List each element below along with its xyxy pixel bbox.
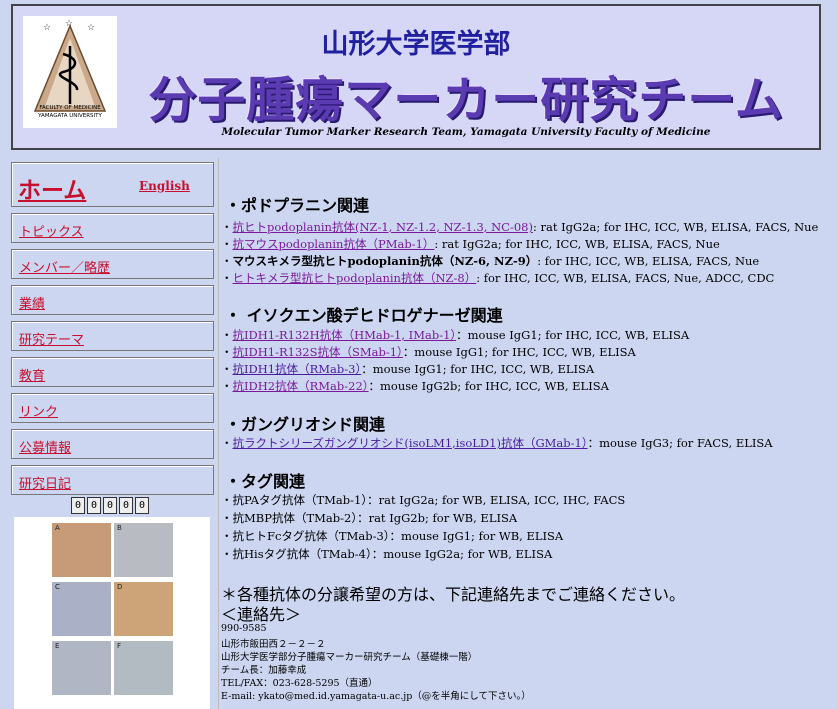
antibody-name: マウスキメラ型抗ヒトpodoplanin抗体（NZ-6, NZ-9） [232,254,538,268]
list-item: ・抗マウスpodoplanin抗体（PMab-1）: rat IgG2a; fo… [221,237,720,251]
list-item: ・抗ヒトpodoplanin抗体(NZ-1, NZ-1.2, NZ-1.3, N… [221,220,819,234]
sidebar-nav: ホーム English トピックス メンバー／略歴 業績 研究テーマ 教育 リン… [11,162,215,709]
section-title: ・ガングリオシド関連 [225,415,386,434]
antibody-link[interactable]: 抗IDH2抗体（RMab-22） [233,379,369,393]
list-item: ・抗MBP抗体（TMab-2）：rat IgG2b; for WB, ELISA [221,511,518,525]
contact-line: TEL/FAX：023-628-5295（直通） [221,678,378,689]
figure-panel: F [114,641,173,695]
figure-panel: E [52,641,111,695]
team-title: 分子腫瘍マーカー研究チーム [148,72,784,128]
list-item: ・抗PAタグ抗体（TMab-1）：rat IgG2a; for WB, ELIS… [221,493,626,507]
nav-label: 研究日記 [19,477,72,492]
logo-text: YAMAGATA UNIVERSITY [38,113,102,119]
contact-title: ＜連絡先＞ [221,605,302,624]
nav-label: 公募情報 [19,441,72,456]
header-banner: ☆ ☆ ☆ FACULTY OF MEDICINE YAMAGATA UNIVE… [11,4,821,150]
list-item: ・抗IDH2抗体（RMab-22）：mouse IgG2b; for IHC, … [221,379,609,393]
section-title: ・ イソクエン酸デヒドロゲナーゼ関連 [225,306,503,325]
english-subtitle: Molecular Tumor Marker Research Team, Ya… [221,126,711,138]
list-item: ・抗Hisタグ抗体（TMab-4）：mouse IgG2a; for WB, E… [221,547,553,561]
visit-counter: 0 0 0 0 0 [71,497,149,514]
nav-item-recruitment[interactable]: 公募情報 [11,429,214,459]
university-title: 山形大学医学部 [321,29,511,60]
list-item: ・抗ヒトFcタグ抗体（TMab-3）：mouse IgG1; for WB, E… [221,529,564,543]
section-title: ・タグ関連 [225,472,306,491]
english-link[interactable]: English [139,179,190,193]
antibody-link[interactable]: 抗マウスpodoplanin抗体（PMab-1） [233,237,435,251]
antibody-link[interactable]: 抗IDH1-R132S抗体（SMab-1） [233,345,403,359]
staining-figure: A B C D E F [14,517,210,709]
figure-panel: C [52,582,111,636]
list-item: ・ヒトキメラ型抗ヒトpodoplanin抗体（NZ-8）: for IHC, I… [221,271,775,285]
antibody-link[interactable]: 抗ヒトpodoplanin抗体(NZ-1, NZ-1.2, NZ-1.3, NC… [233,220,533,234]
nav-item-members[interactable]: メンバー／略歴 [11,249,214,279]
list-item: ・抗IDH1-R132S抗体（SMab-1）：mouse IgG1; for I… [221,345,636,359]
antibody-link[interactable]: 抗IDH1抗体（RMab-3） [233,362,362,376]
counter-digit: 0 [119,497,133,514]
counter-digit: 0 [87,497,101,514]
figure-panel: B [114,523,173,577]
nav-label: 研究テーマ [19,333,85,348]
list-item: ・抗IDH1-R132H抗体（HMab-1, IMab-1）：mouse IgG… [221,328,690,342]
contact-line: チーム長：加藤幸成 [221,665,307,676]
home-link[interactable]: ホーム [18,171,86,205]
antibody-link[interactable]: 抗IDH1-R132H抗体（HMab-1, IMab-1） [233,328,457,342]
nav-label: トピックス [19,225,84,240]
nav-item-links[interactable]: リンク [11,393,214,423]
nav-label: リンク [19,405,59,420]
nav-label: 教育 [19,369,46,384]
nav-item-achievements[interactable]: 業績 [11,285,214,315]
nav-item-diary[interactable]: 研究日記 [11,465,214,495]
nav-item-education[interactable]: 教育 [11,357,214,387]
antibody-link[interactable]: 抗ラクトシリーズガングリオシド(isoLM1,isoLD1)抗体（GMab-1） [233,436,588,450]
list-item: ・抗IDH1抗体（RMab-3）：mouse IgG1; for IHC, IC… [221,362,595,376]
list-item: ・マウスキメラ型抗ヒトpodoplanin抗体（NZ-6, NZ-9）: for… [221,254,760,268]
list-item: ・抗ラクトシリーズガングリオシド(isoLM1,isoLD1)抗体（GMab-1… [221,436,773,450]
counter-digit: 0 [135,497,149,514]
contact-line: 990-9585 [221,623,267,634]
contact-line: 山形大学医学部分子腫瘍マーカー研究チーム（基礎棟一階） [221,652,478,663]
logo-text: FACULTY OF MEDICINE [39,105,101,111]
section-title: ・ポドプラニン関連 [225,196,370,215]
counter-digit: 0 [103,497,117,514]
figure-panel: A [52,523,111,577]
antibody-link[interactable]: ヒトキメラ型抗ヒトpodoplanin抗体（NZ-8） [233,271,477,285]
nav-label: 業績 [19,297,46,312]
nav-home: ホーム English [11,162,214,207]
nav-label: メンバー／略歴 [19,261,111,276]
main-content: ・ポドプラニン関連 ・抗ヒトpodoplanin抗体(NZ-1, NZ-1.2,… [218,158,821,709]
counter-digit: 0 [71,497,85,514]
figure-panel: D [114,582,173,636]
nav-item-topics[interactable]: トピックス [11,213,214,243]
contact-line: 山形市飯田西２－２－２ [221,639,326,650]
nav-item-research[interactable]: 研究テーマ [11,321,214,351]
contact-line[interactable]: E-mail: ykato@med.id.yamagata-u.ac.jp（@を… [221,688,531,702]
